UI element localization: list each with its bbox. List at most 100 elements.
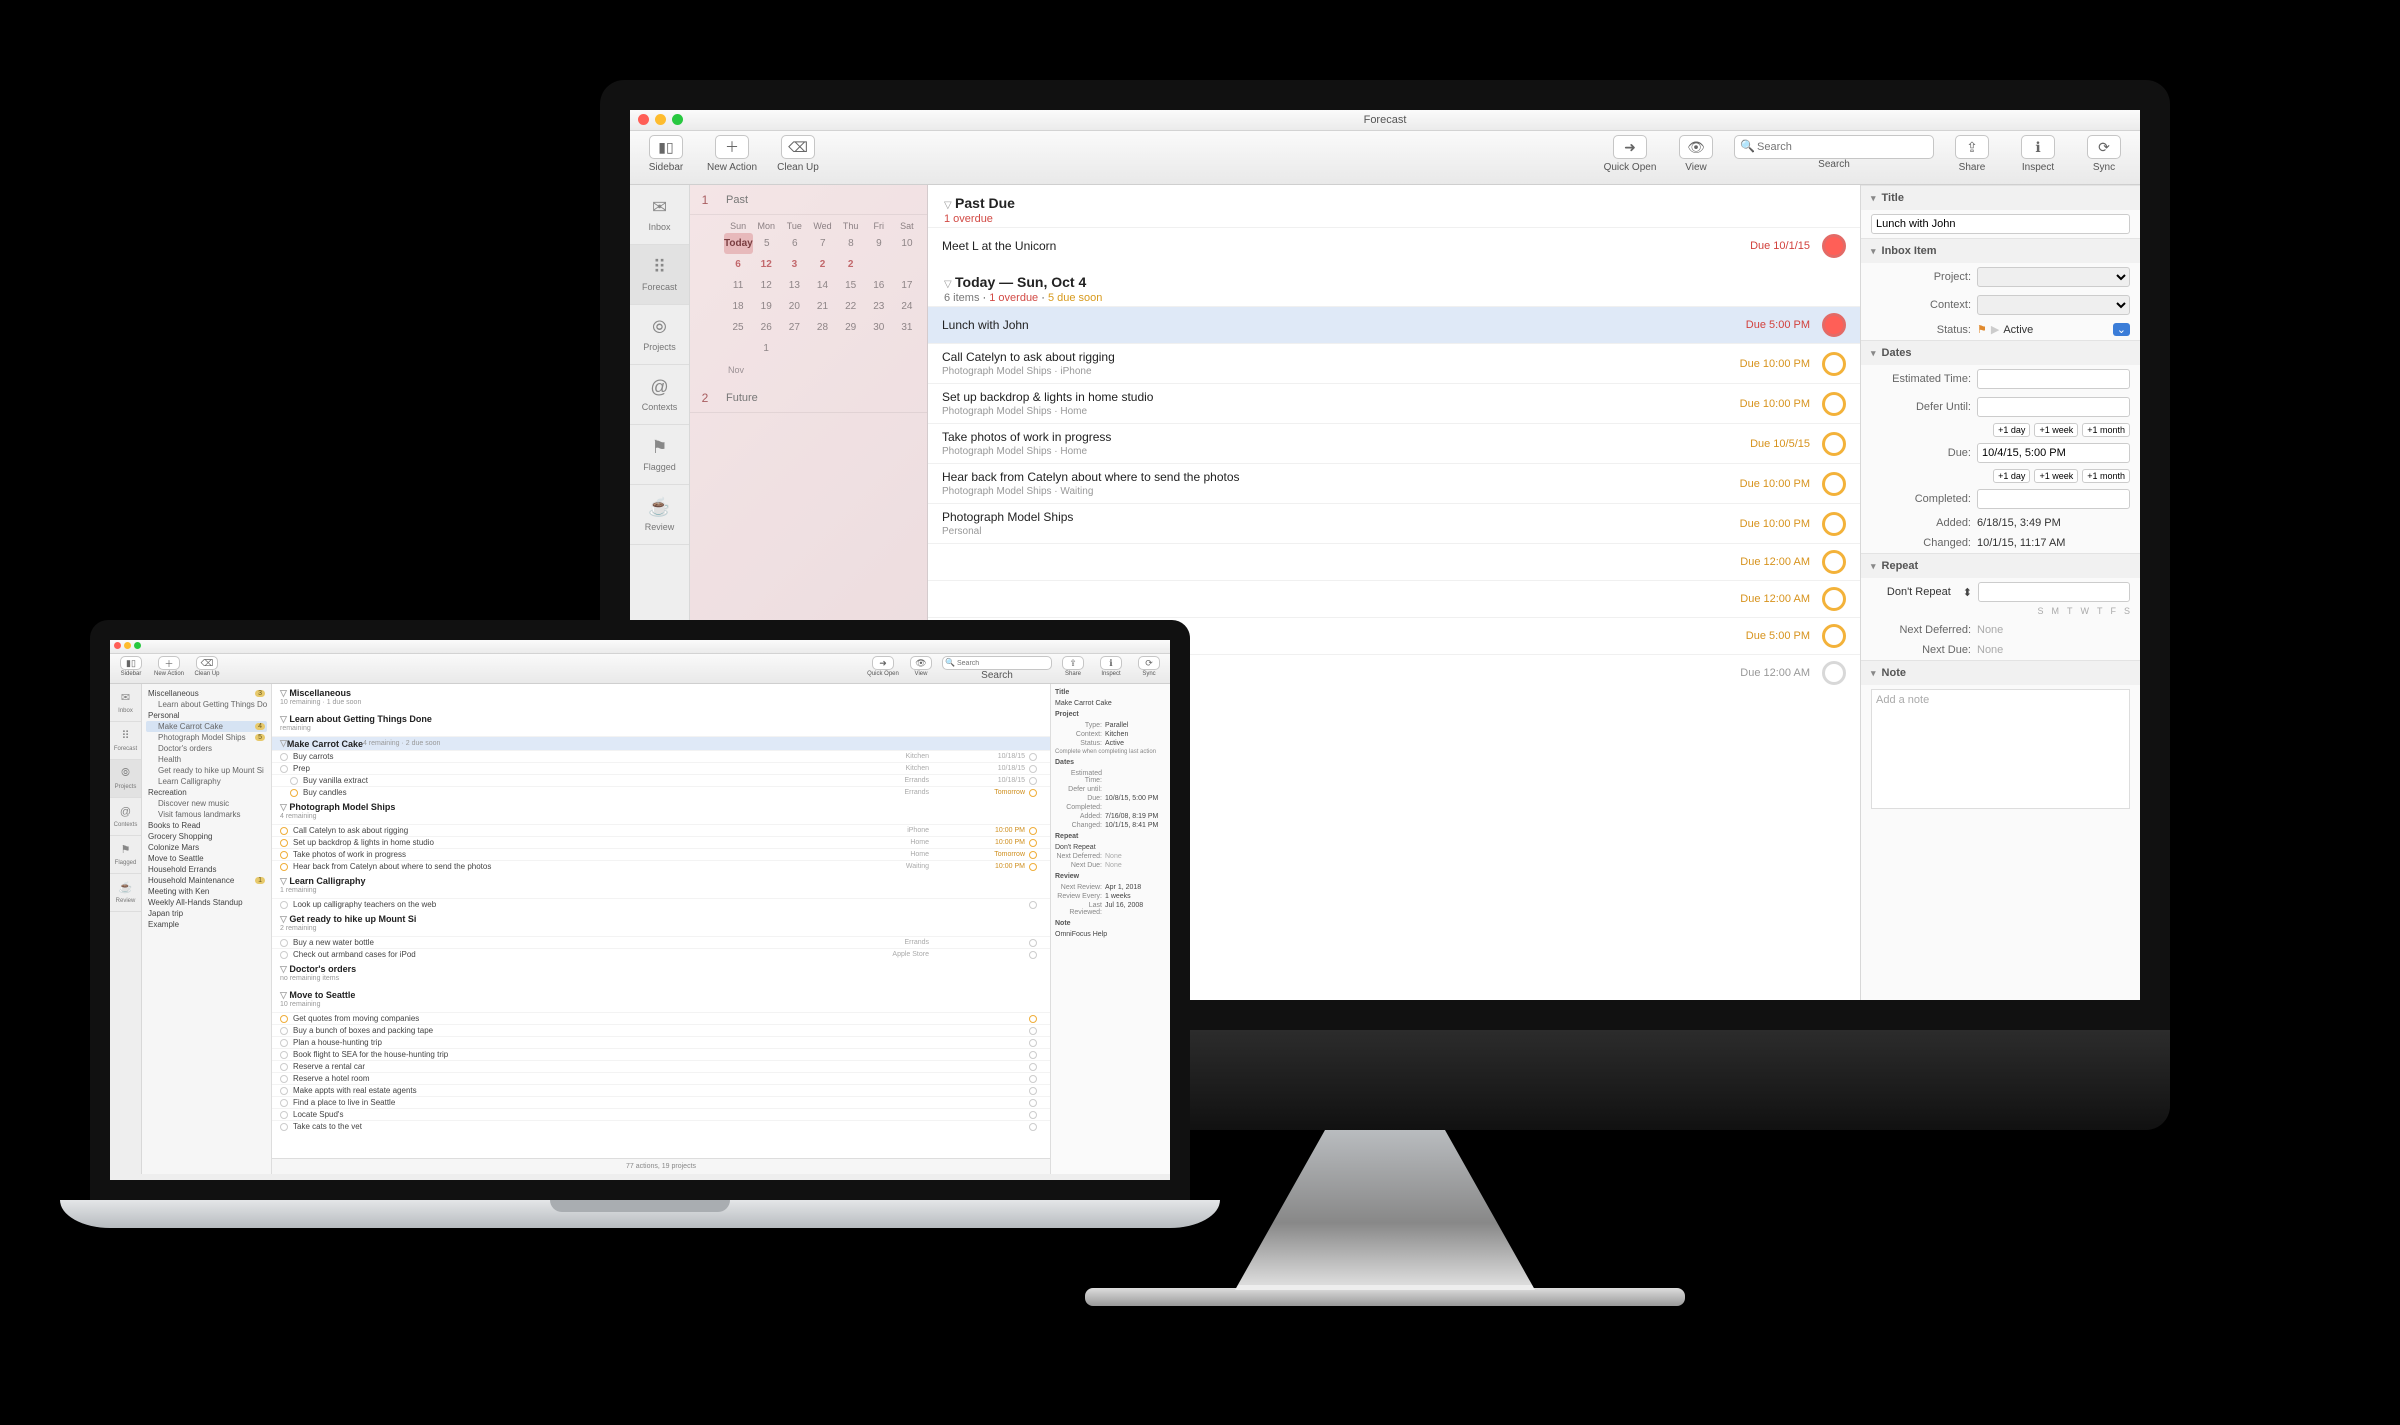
status-circle-icon[interactable] [1822,472,1846,496]
sidebar-item[interactable]: Weekly All-Hands Standup [146,897,267,908]
status-circle-icon[interactable] [1029,1027,1037,1035]
status-circle-icon[interactable] [1029,1075,1037,1083]
disclosure-triangle-icon[interactable]: ▽ [280,802,287,812]
status-circle-icon[interactable] [280,839,288,847]
inspect-button[interactable]: ℹInspect [2010,135,2066,173]
sync-button[interactable]: ⟳Sync [1132,656,1166,677]
sidebar-item[interactable]: Doctor's orders [146,743,267,754]
disclosure-triangle-icon[interactable]: ▽ [280,714,287,724]
view-button[interactable]: 👁View [1668,135,1724,173]
disclosure-triangle-icon[interactable]: ▽ [280,876,287,886]
status-circle-icon[interactable] [1029,939,1037,947]
status-circle-icon[interactable] [280,863,288,871]
tab-inbox[interactable]: ✉Inbox [630,185,689,245]
status-circle-icon[interactable] [290,777,298,785]
status-circle-icon[interactable] [1029,827,1037,835]
status-circle-icon[interactable] [1822,432,1846,456]
sidebar-item[interactable]: Move to Seattle [146,853,267,864]
status-circle-icon[interactable] [280,939,288,947]
inspector-repeat-header[interactable]: Repeat [1861,553,2140,578]
status-circle-icon[interactable] [280,765,288,773]
status-circle-icon[interactable] [280,951,288,959]
due-input[interactable] [1977,443,2130,463]
action-row[interactable]: Buy carrots Kitchen 10/18/15 [272,750,1050,762]
status-circle-icon[interactable] [1029,1039,1037,1047]
action-row[interactable]: Check out armband cases for iPod Apple S… [272,948,1050,960]
projects-sidebar[interactable]: Miscellaneous3Learn about Getting Things… [142,684,272,1174]
disclosure-triangle-icon[interactable]: ▽ [944,200,952,211]
sidebar-item[interactable]: Visit famous landmarks [146,809,267,820]
status-circle-icon[interactable] [1029,789,1037,797]
action-row[interactable]: Call Catelyn to ask about rigging iPhone… [272,824,1050,836]
zoom-icon[interactable] [672,114,683,125]
sidebar-item[interactable]: Japan trip [146,908,267,919]
sidebar-item[interactable]: Learn about Getting Things Done [146,699,267,710]
calendar-grid[interactable]: SunMonTueWedThuFriSat Today5678910612322… [690,215,927,361]
flag-icon[interactable]: ⚑ [1977,323,1987,336]
status-circle-icon[interactable] [280,901,288,909]
task-row[interactable]: Set up backdrop & lights in home studioP… [928,383,1860,423]
action-row[interactable]: Buy a bunch of boxes and packing tape [272,1024,1050,1036]
sidebar-item[interactable]: Recreation [146,787,267,798]
project-header[interactable]: ▽ Miscellaneous10 remaining · 1 due soon [272,684,1050,710]
context-select[interactable] [1977,295,2130,315]
task-row[interactable]: Lunch with John Due 5:00 PM [928,306,1860,343]
sidebar-item[interactable]: Grocery Shopping [146,831,267,842]
inspector-note-header[interactable]: Note [1861,660,2140,685]
project-header[interactable]: ▽ Move to Seattle10 remaining [272,986,1050,1012]
disclosure-triangle-icon[interactable]: ▽ [280,738,287,749]
title-input[interactable] [1871,214,2130,234]
status-circle-icon[interactable] [280,1051,288,1059]
action-row[interactable]: Buy a new water bottle Errands [272,936,1050,948]
tab-contexts[interactable]: @Contexts [630,365,689,425]
status-dropdown[interactable]: ⌄ [2113,323,2130,336]
tab-forecast[interactable]: ⠿Forecast [630,245,689,305]
status-circle-icon[interactable] [1029,951,1037,959]
inspector-title-header[interactable]: Title [1861,185,2140,210]
sidebar-button[interactable]: ▮▯Sidebar [114,656,148,677]
sidebar-item[interactable]: Household Errands [146,864,267,875]
status-circle-icon[interactable] [280,1039,288,1047]
status-circle-icon[interactable] [280,1063,288,1071]
new-action-button[interactable]: ＋New Action [704,135,760,173]
status-circle-icon[interactable] [1029,777,1037,785]
task-row[interactable]: Photograph Model ShipsPersonal Due 10:00… [928,503,1860,543]
close-icon[interactable] [638,114,649,125]
plus-month-button-2[interactable]: +1 month [2082,469,2130,483]
action-row[interactable]: Take cats to the vet [272,1120,1050,1132]
status-circle-icon[interactable] [1029,1015,1037,1023]
status-circle-icon[interactable] [280,1027,288,1035]
clean-up-button[interactable]: ⌫Clean Up [190,656,224,677]
inspector-review-header[interactable]: Review [1053,870,1168,883]
sidebar-item[interactable]: Health [146,754,267,765]
status-circle-icon[interactable] [1822,392,1846,416]
task-row[interactable]: Due 12:00 AM [928,543,1860,580]
action-row[interactable]: Get quotes from moving companies [272,1012,1050,1024]
sidebar-item[interactable]: Books to Read [146,820,267,831]
past-row[interactable]: 1 Past [690,185,927,215]
disclosure-triangle-icon[interactable]: ▽ [280,990,287,1000]
share-button[interactable]: ⇪Share [1944,135,2000,173]
minimize-icon[interactable] [124,642,131,649]
inspector-dates-header[interactable]: Dates [1861,340,2140,365]
action-row[interactable]: Prep Kitchen 10/18/15 [272,762,1050,774]
status-circle-icon[interactable] [1029,851,1037,859]
est-time-input[interactable] [1977,369,2130,389]
defer-input[interactable] [1977,397,2130,417]
traffic-lights[interactable] [638,114,683,125]
sidebar-item[interactable]: Discover new music [146,798,267,809]
status-circle-icon[interactable] [280,1099,288,1107]
disclosure-triangle-icon[interactable]: ▽ [280,964,287,974]
minimize-icon[interactable] [655,114,666,125]
action-row[interactable]: Hear back from Catelyn about where to se… [272,860,1050,872]
status-circle-icon[interactable] [1822,352,1846,376]
inspector-project-header[interactable]: Project [1053,708,1168,721]
status-circle-icon[interactable] [280,753,288,761]
task-row[interactable]: Take photos of work in progressPhotograp… [928,423,1860,463]
note-textarea[interactable]: Add a note [1871,689,2130,809]
status-circle-icon[interactable] [280,851,288,859]
sidebar-item[interactable]: Colonize Mars [146,842,267,853]
sidebar-item[interactable]: Photograph Model Ships5 [146,732,267,743]
view-button[interactable]: 👁View [904,656,938,677]
sidebar-item[interactable]: Get ready to hike up Mount Si [146,765,267,776]
